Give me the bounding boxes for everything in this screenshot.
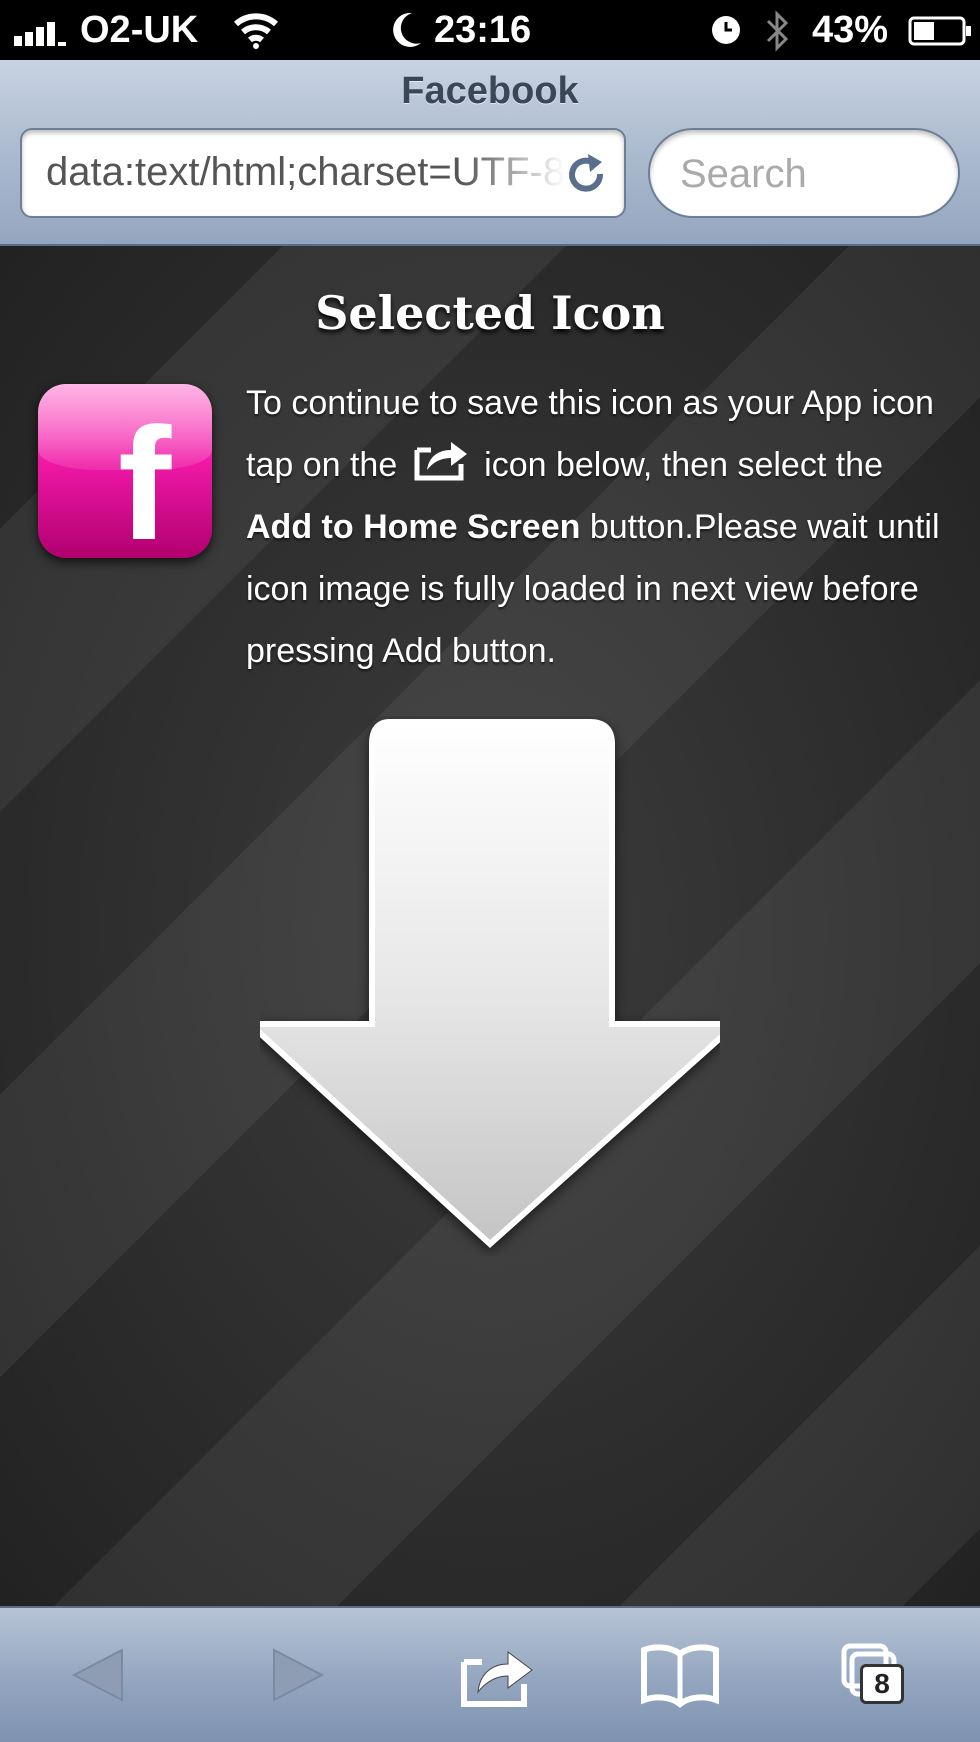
forward-icon[interactable]: [256, 1638, 336, 1712]
search-input[interactable]: [678, 148, 942, 200]
app-icon-preview: f: [38, 384, 212, 558]
url-text[interactable]: data:text/html;charset=UTF-8: [46, 150, 566, 195]
wifi-icon: [234, 13, 278, 49]
status-bar: O2-UK 23:16 43%: [0, 0, 980, 60]
alarm-icon: [712, 16, 740, 44]
clock-time: 23:16: [434, 9, 532, 51]
selected-icon-heading: Selected Icon: [315, 286, 665, 340]
instructions-text: To continue to save this icon as your Ap…: [246, 372, 956, 682]
instructions-part-2: icon below, then select the: [484, 446, 883, 484]
carrier-name: O2-UK: [80, 9, 199, 51]
page-title: Facebook: [401, 70, 579, 112]
reload-icon[interactable]: [564, 152, 610, 198]
down-arrow-icon: [260, 719, 720, 1249]
add-to-home-screen-label: Add to Home Screen: [246, 508, 581, 546]
tabs-count-badge: 8: [860, 1664, 904, 1704]
facebook-f-icon: f: [118, 394, 172, 559]
address-bar[interactable]: data:text/html;charset=UTF-8: [20, 128, 626, 218]
share-icon: [414, 442, 467, 481]
bottom-toolbar: 8: [0, 1606, 980, 1742]
bluetooth-icon: [766, 10, 789, 52]
bookmarks-icon[interactable]: [640, 1638, 720, 1712]
page-content: Selected Icon f To continue to save this…: [0, 246, 980, 1606]
battery-icon: [908, 16, 971, 46]
signal-icon: [14, 20, 66, 46]
back-icon[interactable]: [60, 1638, 140, 1712]
moon-icon: [393, 12, 421, 47]
search-field[interactable]: [648, 128, 960, 218]
battery-percentage: 43%: [812, 9, 889, 51]
tabs-button[interactable]: 8: [836, 1638, 916, 1712]
share-icon[interactable]: [456, 1638, 536, 1712]
